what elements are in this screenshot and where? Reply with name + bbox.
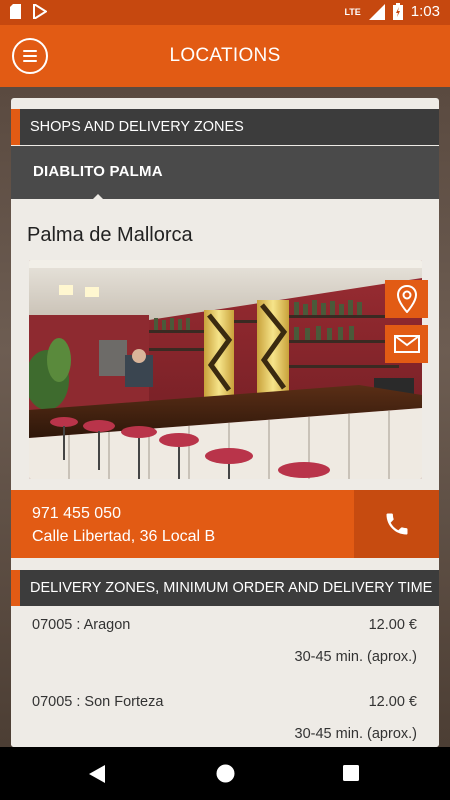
zone-delivery-time: 30-45 min. (aprox.) — [294, 649, 418, 665]
back-icon[interactable] — [89, 765, 105, 783]
signal-icon — [368, 3, 385, 20]
shop-photo — [29, 260, 422, 479]
app-bar: LOCATIONS — [0, 25, 450, 87]
locations-card: SHOPS AND DELIVERY ZONES DIABLITO PALMA … — [11, 98, 439, 747]
delivery-section-header: DELIVERY ZONES, MINIMUM ORDER AND DELIVE… — [11, 570, 439, 606]
network-type: LTE — [344, 6, 361, 17]
zone-min-order: 12.00 € — [368, 617, 417, 633]
play-store-icon — [33, 4, 47, 19]
phone-icon — [386, 513, 407, 535]
navigation-bar — [0, 747, 450, 800]
contact-strip: 971 455 050 Calle Libertad, 36 Local B — [11, 490, 439, 558]
status-bar: LTE 1:03 — [0, 0, 450, 25]
map-button[interactable] — [385, 280, 428, 318]
address: Calle Libertad, 36 Local B — [32, 528, 216, 545]
zone-name: 07005 : Son Forteza — [32, 694, 164, 710]
location-pin-icon — [396, 285, 417, 313]
shops-section-header: SHOPS AND DELIVERY ZONES — [11, 109, 439, 145]
list-item: 07005 : Son Forteza 12.00 € 30-45 min. (… — [11, 685, 439, 747]
clock: 1:03 — [410, 3, 440, 20]
phone-number[interactable]: 971 455 050 — [32, 502, 215, 525]
tab-diablito-palma[interactable]: DIABLITO PALMA — [33, 163, 163, 180]
zone-min-order: 12.00 € — [368, 694, 417, 710]
home-icon[interactable] — [216, 764, 235, 783]
call-button[interactable] — [354, 490, 439, 558]
recents-icon[interactable] — [343, 765, 359, 781]
city-name: Palma de Mallorca — [27, 224, 193, 246]
list-item: 07005 : Aragon 12.00 € 30-45 min. (aprox… — [11, 608, 439, 692]
page-title: LOCATIONS — [169, 45, 281, 66]
tab-bar: DIABLITO PALMA — [11, 146, 439, 199]
tab-selected-indicator — [92, 194, 104, 200]
zone-delivery-time: 30-45 min. (aprox.) — [294, 726, 418, 742]
shop-interior-image — [29, 260, 422, 479]
battery-icon — [392, 3, 403, 20]
email-icon — [393, 335, 420, 353]
zone-name: 07005 : Aragon — [32, 617, 131, 633]
email-button[interactable] — [385, 325, 428, 363]
sd-card-icon — [10, 4, 21, 19]
